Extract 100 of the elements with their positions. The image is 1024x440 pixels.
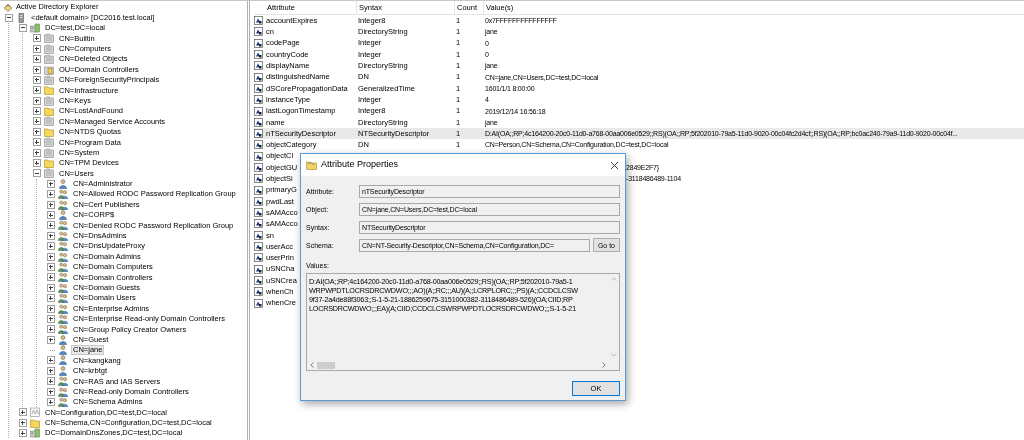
expand-toggle[interactable] [46, 356, 55, 365]
attribute-icon [254, 61, 263, 71]
close-icon[interactable] [610, 160, 619, 170]
values-box[interactable] [306, 273, 620, 371]
expand-toggle[interactable] [32, 75, 41, 84]
group-icon [58, 230, 68, 241]
folder-icon [306, 160, 317, 170]
expand-toggle[interactable] [46, 273, 55, 282]
attribute-icon [254, 230, 263, 240]
expand-toggle[interactable] [46, 325, 55, 334]
group-icon [58, 293, 68, 304]
attribute-icon [254, 83, 263, 93]
container-icon [44, 116, 54, 127]
attribute-icon [254, 174, 263, 184]
attribute-icon [254, 129, 263, 139]
attribute-icon [254, 264, 263, 274]
attribute-icon [254, 196, 263, 206]
group-icon [58, 251, 68, 262]
attribute-icon [254, 38, 263, 48]
expand-toggle[interactable] [18, 418, 27, 427]
expand-toggle[interactable] [32, 138, 41, 147]
user-icon [58, 365, 68, 376]
expand-toggle[interactable] [46, 366, 55, 375]
expand-toggle[interactable] [46, 387, 55, 396]
expand-toggle[interactable] [32, 34, 41, 43]
container-icon [44, 137, 54, 148]
expand-toggle[interactable] [46, 190, 55, 199]
attribute-icon [254, 72, 263, 82]
expand-toggle[interactable] [46, 221, 55, 230]
expand-toggle[interactable] [46, 283, 55, 292]
folder-icon [44, 106, 54, 117]
expand-toggle[interactable] [46, 242, 55, 251]
expand-toggle[interactable] [18, 408, 27, 417]
attribute-icon [254, 106, 263, 116]
expand-toggle[interactable] [46, 179, 55, 188]
group-icon [58, 241, 68, 252]
document-icon [30, 407, 40, 418]
attribute-icon [254, 253, 263, 263]
scroll-left-icon[interactable] [310, 362, 314, 368]
container-icon [44, 54, 54, 65]
attribute-icon [254, 151, 263, 161]
collapse-toggle[interactable] [4, 13, 13, 22]
attribute-icon [254, 16, 263, 26]
expand-toggle[interactable] [46, 200, 55, 209]
container-icon [44, 43, 54, 54]
expand-toggle[interactable] [46, 335, 55, 344]
expand-toggle[interactable] [32, 107, 41, 116]
attribute-icon [254, 287, 263, 297]
folder-icon [44, 64, 54, 75]
expand-toggle[interactable] [32, 86, 41, 95]
group-icon [58, 282, 68, 293]
expand-toggle[interactable] [32, 117, 41, 126]
group-icon [58, 199, 68, 210]
user-icon [58, 334, 68, 345]
expand-toggle[interactable] [32, 44, 41, 53]
expand-toggle[interactable] [46, 398, 55, 407]
container-icon [44, 95, 54, 106]
folder-icon [44, 126, 54, 137]
folder-icon [44, 158, 54, 169]
group-icon [58, 313, 68, 324]
expand-toggle[interactable] [32, 159, 41, 168]
expand-toggle[interactable] [32, 127, 41, 136]
expand-toggle[interactable] [32, 55, 41, 64]
group-icon [58, 397, 68, 408]
attribute-icon [254, 163, 263, 172]
expand-toggle[interactable] [46, 294, 55, 303]
attribute-icon [254, 298, 263, 308]
server-icon [16, 12, 26, 23]
dialog-title: Attribute Properties [321, 158, 400, 172]
group-icon [58, 220, 68, 231]
attribute-icon [254, 27, 263, 37]
group-icon [58, 376, 68, 387]
domain-icon [30, 428, 40, 439]
attribute-icon [254, 208, 263, 218]
expand-toggle[interactable] [46, 377, 55, 386]
expand-toggle[interactable] [46, 252, 55, 261]
group-icon [58, 189, 68, 200]
collapse-toggle[interactable] [18, 23, 27, 32]
horizontal-scrollbar[interactable] [307, 360, 609, 370]
expand-toggle[interactable] [46, 314, 55, 323]
expand-toggle[interactable] [46, 304, 55, 313]
container-icon [44, 74, 54, 85]
attribute-icon [254, 242, 263, 252]
scroll-thumb[interactable] [317, 361, 335, 369]
attribute-icon [254, 219, 263, 229]
scroll-right-icon[interactable] [602, 362, 606, 368]
expand-toggle[interactable] [32, 65, 41, 74]
folder-icon [30, 417, 40, 428]
attribute-icon [254, 95, 263, 105]
expand-toggle[interactable] [18, 429, 27, 438]
expand-toggle[interactable] [46, 211, 55, 219]
expand-toggle[interactable] [32, 148, 41, 157]
user-icon [58, 210, 68, 220]
app-icon [3, 2, 13, 13]
group-icon [58, 386, 68, 397]
expand-toggle[interactable] [46, 262, 55, 271]
collapse-toggle[interactable] [32, 169, 41, 178]
expand-toggle[interactable] [46, 231, 55, 240]
container-icon [44, 147, 54, 158]
expand-toggle[interactable] [32, 96, 41, 105]
